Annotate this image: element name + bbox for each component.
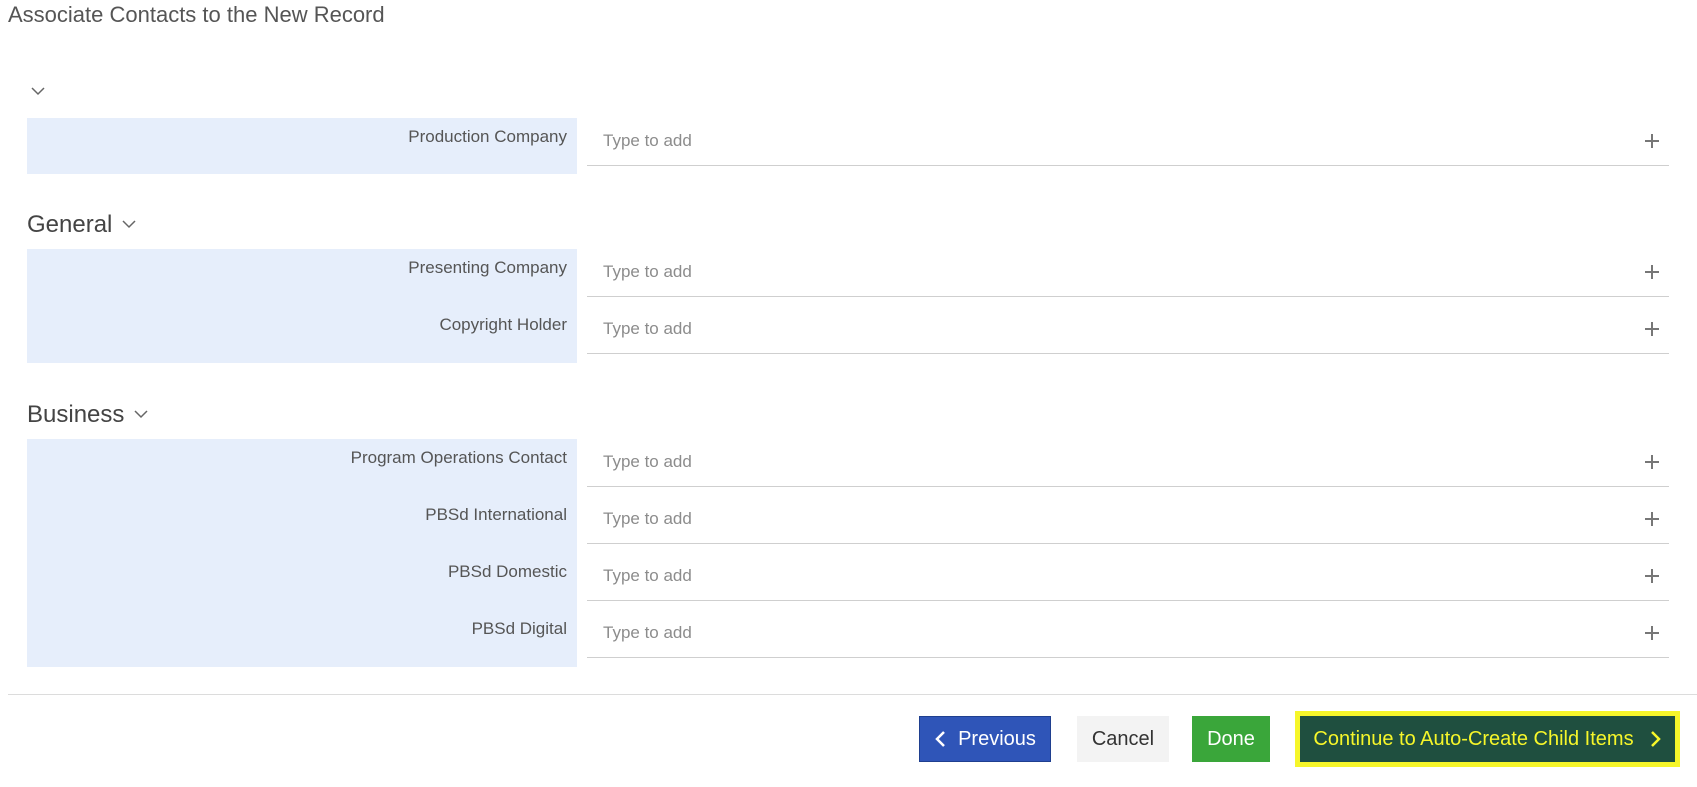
field-row-pbsd-international: PBSd International [27,496,1669,553]
field-label: PBSd Domestic [447,562,567,581]
done-button[interactable]: Done [1192,716,1270,762]
contact-field [587,553,1669,601]
section-untitled: Production Company [27,78,1669,175]
field-label: Program Operations Contact [350,448,567,467]
pbsd-international-input[interactable] [587,504,1607,534]
continue-label: Continue to Auto-Create Child Items [1313,727,1634,750]
section-header[interactable]: General [27,210,1669,240]
plus-icon[interactable] [1643,320,1661,338]
plus-icon[interactable] [1643,624,1661,642]
section-header[interactable] [27,78,1669,106]
contact-field [587,610,1669,658]
contact-field [587,496,1669,544]
previous-button[interactable]: Previous [919,716,1051,762]
continue-button[interactable]: Continue to Auto-Create Child Items [1295,711,1680,767]
field-label: Presenting Company [408,258,567,277]
field-label: PBSd International [425,505,567,524]
previous-label: Previous [958,727,1036,750]
continue-button-body: Continue to Auto-Create Child Items [1300,716,1675,762]
chevron-down-icon[interactable] [31,86,45,98]
chevron-right-icon [1650,730,1662,748]
program-operations-contact-input[interactable] [587,447,1607,477]
cancel-button[interactable]: Cancel [1077,716,1169,762]
contact-field [587,439,1669,487]
contact-field [587,306,1669,354]
section-title: Business [27,401,125,428]
section-title: General [27,211,113,238]
field-row-production-company: Production Company [27,118,1669,175]
section-header[interactable]: Business [27,400,1669,430]
pbsd-digital-input[interactable] [587,618,1607,648]
field-label: Copyright Holder [439,315,567,334]
section-general: General Presenting Company Copyright Hol… [27,210,1669,363]
field-row-pbsd-digital: PBSd Digital [27,610,1669,667]
chevron-left-icon [934,730,946,748]
plus-icon[interactable] [1643,567,1661,585]
plus-icon[interactable] [1643,453,1661,471]
copyright-holder-input[interactable] [587,314,1607,344]
production-company-input[interactable] [587,126,1607,156]
field-row-program-operations-contact: Program Operations Contact [27,439,1669,496]
contact-field [587,249,1669,297]
field-row-presenting-company: Presenting Company [27,249,1669,306]
chevron-down-icon[interactable] [134,409,148,421]
plus-icon[interactable] [1643,510,1661,528]
field-row-copyright-holder: Copyright Holder [27,306,1669,363]
pbsd-domestic-input[interactable] [587,561,1607,591]
plus-icon[interactable] [1643,132,1661,150]
contact-field [587,118,1669,166]
presenting-company-input[interactable] [587,257,1607,287]
section-business: Business Program Operations Contact PBSd… [27,400,1669,667]
field-label: Production Company [408,127,567,146]
field-label: PBSd Digital [471,619,567,638]
page-title: Associate Contacts to the New Record [8,2,385,27]
footer-divider [8,694,1697,695]
chevron-down-icon[interactable] [122,219,136,231]
plus-icon[interactable] [1643,263,1661,281]
field-row-pbsd-domestic: PBSd Domestic [27,553,1669,610]
